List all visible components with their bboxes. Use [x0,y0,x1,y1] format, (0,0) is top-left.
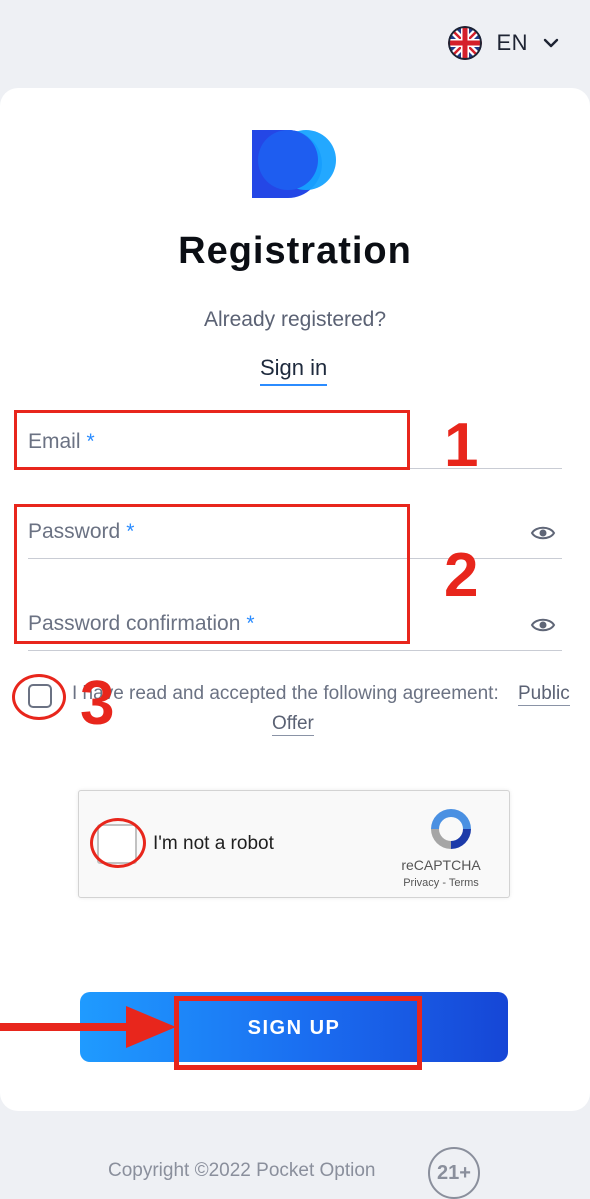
agreement-checkbox[interactable] [28,684,52,708]
language-selector[interactable]: EN [448,26,560,60]
password-confirmation-input[interactable] [28,592,566,652]
copyright-text: Copyright ©2022 Pocket Option [108,1160,376,1181]
recaptcha-brand: reCAPTCHA [401,857,481,873]
uk-flag-icon [448,26,483,60]
sign-up-button[interactable]: SIGN UP [80,992,508,1062]
password-field[interactable]: Password * [28,500,566,560]
recaptcha-label: I'm not a robot [153,833,274,854]
agreement-text: I have read and accepted the following a… [72,683,499,704]
email-field[interactable]: Email * [28,410,566,470]
already-registered-text: Already registered? [203,308,387,331]
eye-icon[interactable] [530,520,556,546]
recaptcha-privacy-terms[interactable]: Privacy - Terms [389,877,493,889]
public-offer-link[interactable]: Public [518,683,570,706]
top-bar: EN [0,0,590,88]
age-badge: 21+ [428,1147,480,1199]
pocket-option-logo [252,130,336,198]
sign-in-link[interactable]: Sign in [260,355,328,386]
recaptcha-icon [431,809,471,849]
eye-icon[interactable] [530,612,556,638]
email-input[interactable] [28,410,566,470]
language-code: EN [496,30,528,55]
page-title: Registration [178,230,412,272]
recaptcha-checkbox[interactable] [97,824,137,864]
chevron-down-icon [543,38,559,48]
password-confirmation-field[interactable]: Password confirmation * [28,592,566,652]
recaptcha-widget: I'm not a robot reCAPTCHA Privacy - Term… [78,790,510,898]
password-input[interactable] [28,500,566,560]
public-offer-link-continued[interactable]: Offer [272,713,314,736]
sign-up-label: SIGN UP [247,1017,341,1039]
